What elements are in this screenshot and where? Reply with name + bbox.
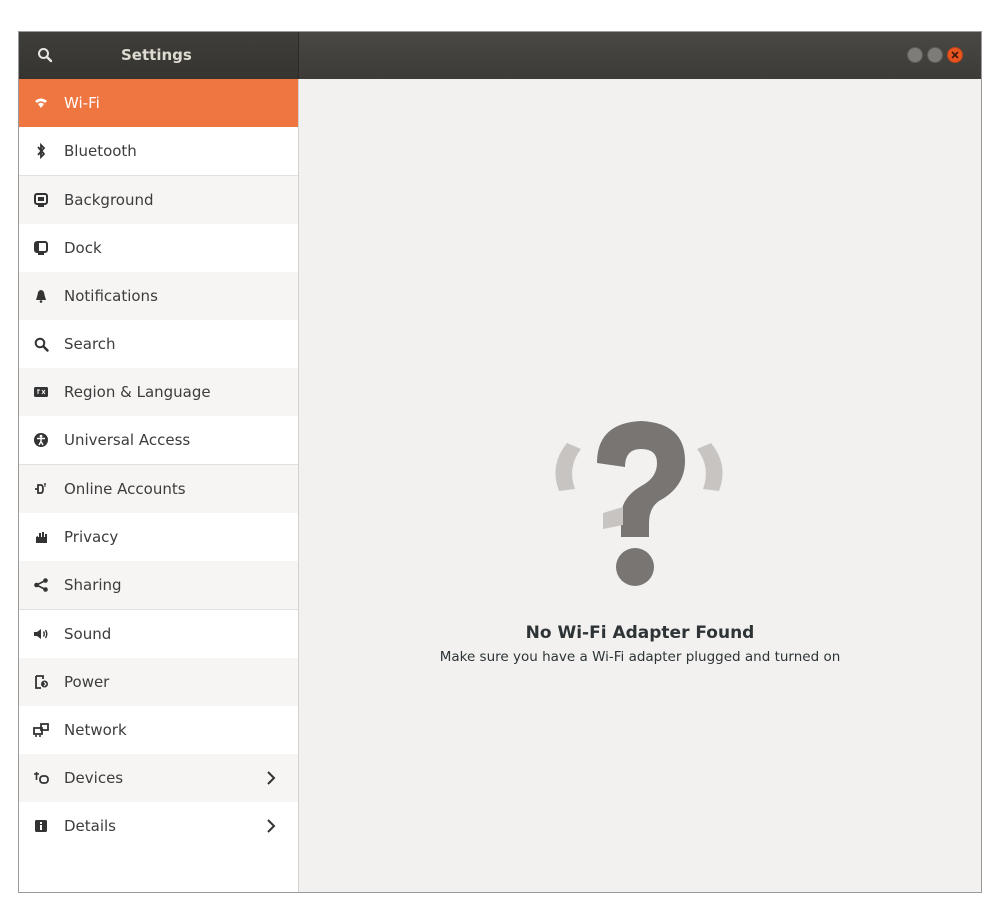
minimize-button[interactable] bbox=[907, 47, 923, 63]
sidebar-item-label: Universal Access bbox=[64, 431, 191, 449]
region-icon bbox=[30, 385, 52, 399]
bluetooth-icon bbox=[30, 143, 52, 159]
sidebar-item-background[interactable]: Background bbox=[19, 175, 298, 224]
sidebar-item-label: Sound bbox=[64, 625, 112, 643]
sidebar-item-privacy[interactable]: Privacy bbox=[19, 513, 298, 561]
title-bar: Settings bbox=[19, 32, 981, 79]
empty-state-title: No Wi-Fi Adapter Found bbox=[525, 623, 755, 643]
sidebar-item-search[interactable]: Search bbox=[19, 320, 298, 368]
sidebar-item-universal-access[interactable]: Universal Access bbox=[19, 416, 298, 464]
bell-icon bbox=[30, 289, 52, 303]
sidebar-item-notifications[interactable]: Notifications bbox=[19, 272, 298, 320]
sidebar-item-wifi[interactable]: Wi-Fi bbox=[19, 79, 298, 127]
question-mark-icon bbox=[539, 405, 739, 599]
close-button[interactable] bbox=[947, 47, 963, 63]
speaker-icon bbox=[30, 627, 52, 641]
sidebar-item-label: Network bbox=[64, 721, 127, 739]
maximize-button[interactable] bbox=[927, 47, 943, 63]
window-title: Settings bbox=[121, 46, 192, 64]
dock-icon bbox=[30, 240, 52, 256]
background-icon bbox=[30, 192, 52, 208]
details-icon bbox=[30, 819, 52, 833]
sidebar-item-label: Details bbox=[64, 817, 117, 835]
sidebar-item-network[interactable]: Network bbox=[19, 706, 298, 754]
sidebar-header: Settings bbox=[19, 32, 299, 79]
network-icon bbox=[30, 722, 52, 738]
wifi-icon bbox=[30, 96, 52, 110]
sidebar-item-label: Notifications bbox=[64, 287, 158, 305]
sidebar-item-label: Power bbox=[64, 673, 110, 691]
sidebar-item-sound[interactable]: Sound bbox=[19, 609, 298, 658]
sidebar-item-label: Devices bbox=[64, 769, 124, 787]
search-button[interactable] bbox=[29, 40, 61, 70]
sidebar-item-label: Region & Language bbox=[64, 383, 211, 401]
sidebar-item-power[interactable]: Power bbox=[19, 658, 298, 706]
power-icon bbox=[30, 674, 52, 690]
wifi-panel: No Wi-Fi Adapter Found Make sure you hav… bbox=[299, 79, 981, 892]
accessibility-icon bbox=[30, 432, 52, 448]
sidebar-item-details[interactable]: Details bbox=[19, 802, 298, 850]
sidebar-item-label: Background bbox=[64, 191, 154, 209]
sidebar-item-label: Dock bbox=[64, 239, 102, 257]
sidebar-item-region-language[interactable]: Region & Language bbox=[19, 368, 298, 416]
sidebar-item-sharing[interactable]: Sharing bbox=[19, 561, 298, 609]
sidebar-item-label: Privacy bbox=[64, 528, 119, 546]
devices-icon bbox=[30, 770, 52, 786]
empty-state-subtitle: Make sure you have a Wi-Fi adapter plugg… bbox=[439, 649, 841, 665]
sidebar-item-devices[interactable]: Devices bbox=[19, 754, 298, 802]
settings-window: Settings Wi-Fi Bluetooth Background Dock… bbox=[18, 31, 982, 893]
chevron-right-icon bbox=[265, 767, 279, 789]
sidebar-item-online-accounts[interactable]: Online Accounts bbox=[19, 464, 298, 513]
share-icon bbox=[30, 577, 52, 593]
online-accounts-icon bbox=[30, 481, 52, 497]
chevron-right-icon bbox=[265, 815, 279, 837]
sidebar-item-label: Online Accounts bbox=[64, 480, 186, 498]
sidebar-item-label: Sharing bbox=[64, 576, 122, 594]
settings-sidebar: Wi-Fi Bluetooth Background Dock Notifica… bbox=[19, 79, 299, 892]
search-icon bbox=[30, 337, 52, 352]
sidebar-item-label: Search bbox=[64, 335, 116, 353]
privacy-hand-icon bbox=[30, 530, 52, 545]
sidebar-item-label: Wi-Fi bbox=[64, 94, 100, 112]
sidebar-item-bluetooth[interactable]: Bluetooth bbox=[19, 127, 298, 175]
close-icon bbox=[951, 51, 959, 59]
sidebar-item-dock[interactable]: Dock bbox=[19, 224, 298, 272]
sidebar-item-label: Bluetooth bbox=[64, 142, 137, 160]
search-icon bbox=[37, 47, 53, 63]
